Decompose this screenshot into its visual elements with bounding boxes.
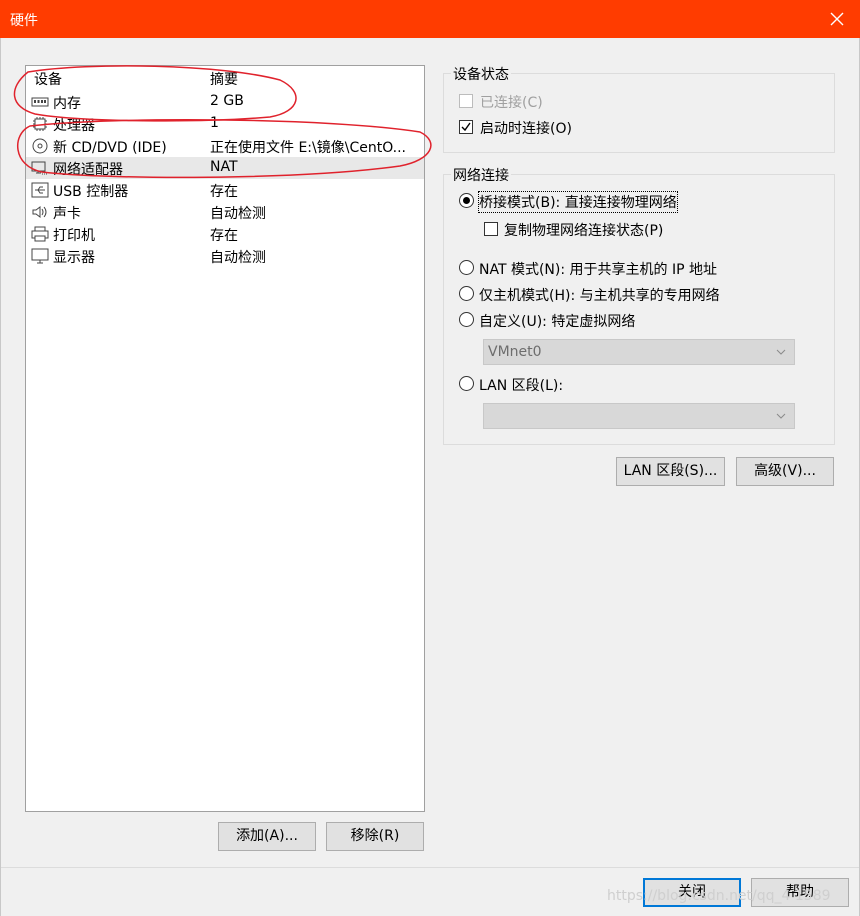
replicate-state-label[interactable]: 复制物理网络连接状态(P) bbox=[504, 220, 663, 240]
device-row-sound[interactable]: 声卡 自动检测 bbox=[26, 201, 424, 223]
device-summary: NAT bbox=[210, 159, 238, 175]
device-name: 新 CD/DVD (IDE) bbox=[53, 140, 167, 156]
bridged-radio[interactable] bbox=[459, 193, 474, 208]
network-adapter-icon bbox=[31, 160, 49, 176]
device-name: 打印机 bbox=[53, 228, 95, 244]
cd-dvd-icon bbox=[31, 138, 49, 154]
device-status-label: 设备状态 bbox=[451, 64, 511, 84]
nat-radio[interactable] bbox=[459, 260, 474, 275]
device-row-printer[interactable]: 打印机 存在 bbox=[26, 223, 424, 245]
device-name: 声卡 bbox=[53, 206, 81, 222]
bridged-label[interactable]: 桥接模式(B): 直接连接物理网络 bbox=[478, 191, 678, 213]
lan-segment-select[interactable] bbox=[483, 403, 795, 429]
printer-icon bbox=[31, 226, 49, 242]
device-name: 内存 bbox=[53, 96, 81, 112]
device-status-group bbox=[443, 73, 835, 153]
device-name: 处理器 bbox=[53, 118, 95, 134]
replicate-state-checkbox[interactable] bbox=[484, 222, 498, 236]
add-device-button[interactable]: 添加(A)... bbox=[218, 822, 316, 851]
device-summary: 自动检测 bbox=[210, 250, 266, 266]
advanced-button[interactable]: 高级(V)... bbox=[736, 457, 834, 486]
close-icon bbox=[830, 12, 844, 26]
usb-icon bbox=[31, 182, 49, 198]
device-row-display[interactable]: 显示器 自动检测 bbox=[26, 245, 424, 267]
remove-device-button[interactable]: 移除(R) bbox=[326, 822, 424, 851]
device-summary: 1 bbox=[210, 115, 219, 131]
connected-checkbox[interactable] bbox=[459, 94, 473, 108]
watermark: https://blog.csdn.net/qq_4 1589 bbox=[607, 888, 831, 904]
device-row-cd-dvd[interactable]: 新 CD/DVD (IDE) 正在使用文件 E:\镜像\CentO... bbox=[26, 135, 424, 157]
processor-icon bbox=[31, 116, 49, 132]
device-name: 网络适配器 bbox=[53, 162, 123, 178]
nat-label[interactable]: NAT 模式(N): 用于共享主机的 IP 地址 bbox=[479, 259, 717, 279]
connect-at-power-on-checkbox[interactable] bbox=[459, 120, 473, 134]
device-name: 显示器 bbox=[53, 250, 95, 266]
device-summary: 存在 bbox=[210, 184, 238, 200]
connect-at-power-on-label[interactable]: 启动时连接(O) bbox=[480, 118, 572, 138]
display-icon bbox=[31, 248, 49, 264]
device-summary: 自动检测 bbox=[210, 206, 266, 222]
device-row-memory[interactable]: 内存 2 GB bbox=[26, 91, 424, 113]
window-title: 硬件 bbox=[10, 13, 38, 29]
lan-segment-label[interactable]: LAN 区段(L): bbox=[479, 375, 563, 395]
device-summary: 2 GB bbox=[210, 93, 244, 109]
memory-icon bbox=[31, 94, 49, 110]
device-row-processor[interactable]: 处理器 1 bbox=[26, 113, 424, 135]
device-list[interactable]: 设备 摘要 内存 2 GB 处理器 1 新 CD/DVD (IDE) 正在使用文… bbox=[25, 65, 425, 812]
radio-dot bbox=[463, 197, 470, 204]
chevron-down-icon bbox=[776, 413, 786, 419]
sound-icon bbox=[31, 204, 49, 220]
device-column-header[interactable]: 设备 bbox=[34, 69, 62, 89]
custom-network-value: VMnet0 bbox=[488, 344, 542, 360]
device-row-network-adapter[interactable]: 网络适配器 NAT bbox=[26, 157, 424, 179]
custom-radio[interactable] bbox=[459, 312, 474, 327]
custom-label[interactable]: 自定义(U): 特定虚拟网络 bbox=[479, 311, 635, 331]
host-only-radio[interactable] bbox=[459, 286, 474, 301]
checkmark-icon bbox=[461, 122, 471, 132]
device-name: USB 控制器 bbox=[53, 184, 129, 200]
device-summary: 存在 bbox=[210, 228, 238, 244]
network-connection-label: 网络连接 bbox=[451, 165, 511, 185]
lan-segments-button[interactable]: LAN 区段(S)... bbox=[616, 457, 725, 486]
close-window-button[interactable] bbox=[814, 0, 860, 38]
custom-network-select[interactable]: VMnet0 bbox=[483, 339, 795, 365]
title-bar: 硬件 bbox=[0, 0, 860, 38]
summary-column-header[interactable]: 摘要 bbox=[210, 69, 238, 89]
device-summary: 正在使用文件 E:\镜像\CentO... bbox=[210, 140, 406, 156]
lan-segment-radio[interactable] bbox=[459, 376, 474, 391]
host-only-label[interactable]: 仅主机模式(H): 与主机共享的专用网络 bbox=[479, 285, 720, 305]
device-row-usb[interactable]: USB 控制器 存在 bbox=[26, 179, 424, 201]
connected-label[interactable]: 已连接(C) bbox=[480, 92, 543, 112]
chevron-down-icon bbox=[776, 349, 786, 355]
